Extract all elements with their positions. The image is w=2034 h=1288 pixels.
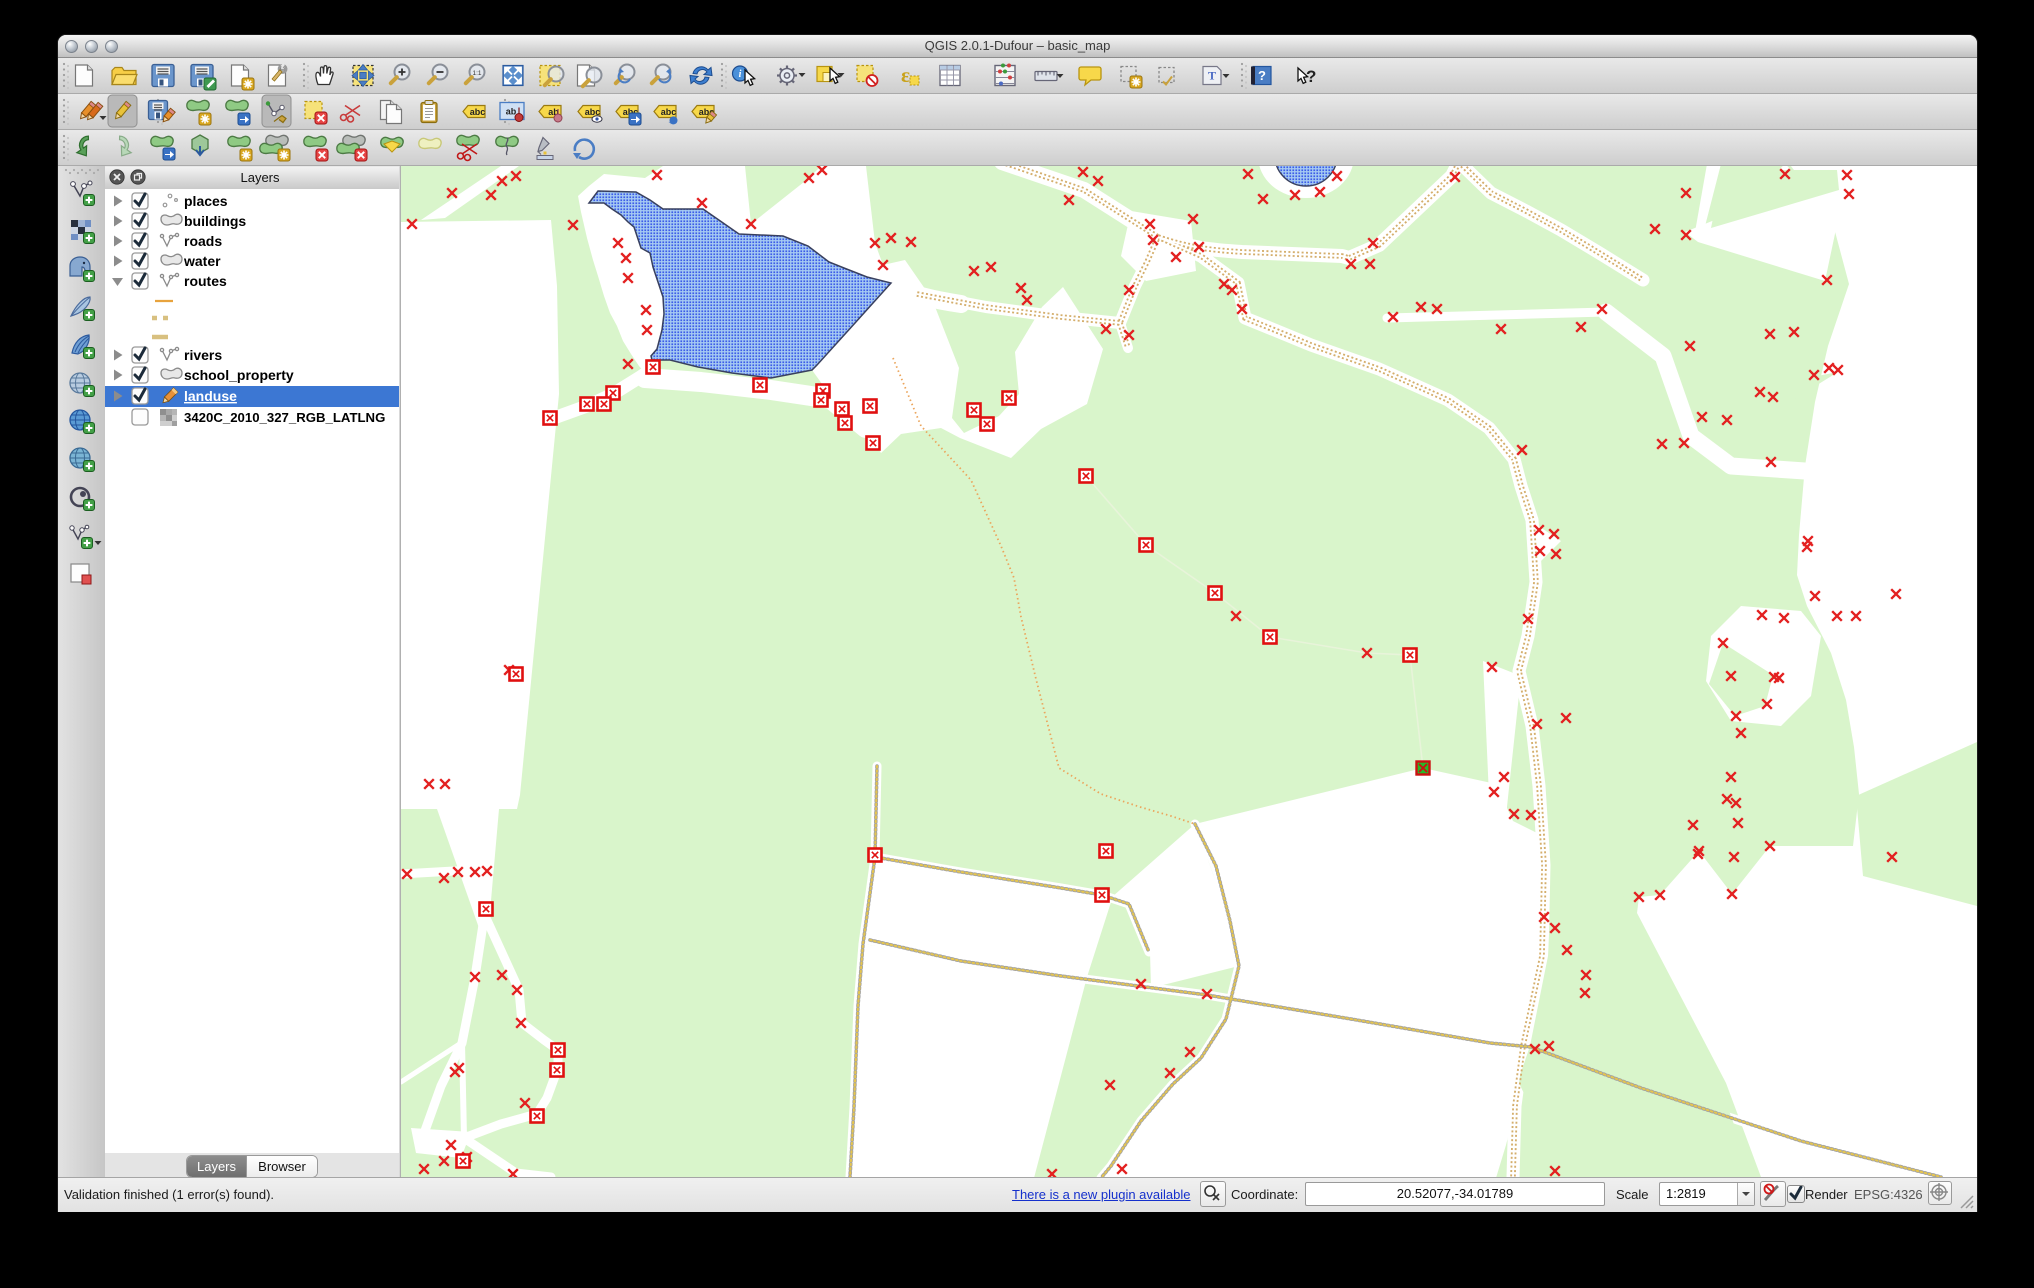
svg-text:i: i [739, 69, 742, 80]
svg-text:ab: ab [506, 107, 517, 117]
svg-text:abc: abc [470, 107, 486, 117]
svg-text:T: T [1208, 69, 1216, 83]
svg-text:1:1: 1:1 [472, 70, 481, 77]
svg-text:3420C_2010_327_RGB_LATLNG: 3420C_2010_327_RGB_LATLNG [184, 410, 385, 425]
svg-text:?: ? [1258, 68, 1266, 83]
svg-text:ε: ε [901, 63, 910, 87]
svg-text:roads: roads [184, 233, 222, 249]
svg-text:abc: abc [661, 107, 677, 117]
svg-text:landuse: landuse [184, 388, 237, 404]
svg-text:rivers: rivers [184, 347, 222, 363]
svg-text:water: water [183, 253, 221, 269]
svg-text:routes: routes [184, 273, 227, 289]
svg-text:?: ? [1306, 67, 1316, 86]
svg-text:buildings: buildings [184, 213, 246, 229]
svg-text:places: places [184, 193, 228, 209]
svg-text:school_property: school_property [184, 367, 294, 383]
